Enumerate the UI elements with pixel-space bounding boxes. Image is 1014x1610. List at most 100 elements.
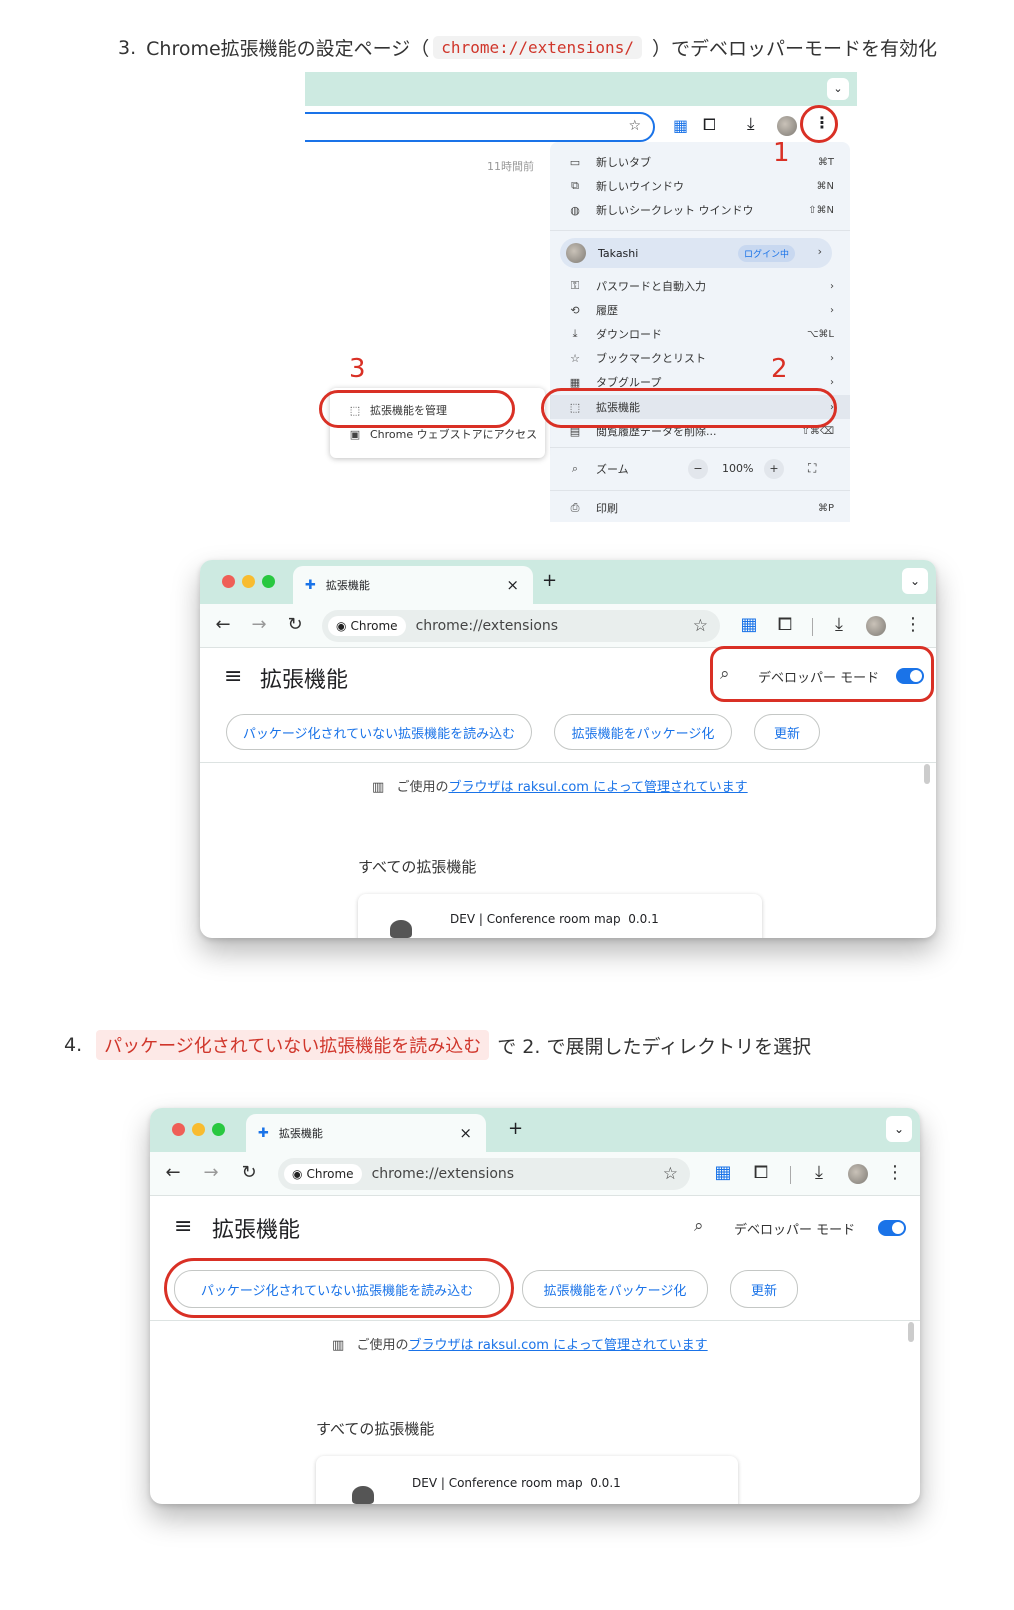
toolbar: ← → ↻ ◉ Chrome chrome://extensions ☆ ▦ ⧠ … — [150, 1152, 920, 1196]
browser-window-load-unpacked: ✚ 拡張機能 × + ⌄ ← → ↻ ◉ Chrome chrome://exte… — [150, 1108, 920, 1504]
menu-label: 新しいシークレット ウインドウ — [596, 204, 754, 217]
more-menu-icon[interactable]: ⋮ — [902, 614, 924, 635]
extensions-puzzle-icon[interactable]: ⧠ — [703, 115, 716, 135]
menu-item-new-tab[interactable]: ▭ 新しいタブ ⌘T — [550, 150, 850, 174]
back-icon[interactable]: ← — [212, 614, 234, 635]
tab-search-icon[interactable]: ▦ — [712, 1162, 734, 1183]
scrollbar[interactable] — [908, 1322, 914, 1342]
tab-strip: ✚ 拡張機能 × + ⌄ — [150, 1108, 920, 1152]
menu-shortcut: ⌘T — [817, 156, 834, 168]
zoom-icon: ⌕ — [571, 462, 579, 475]
tab-close-icon[interactable]: × — [506, 576, 519, 594]
download-icon: ⤓ — [572, 327, 578, 340]
update-button[interactable]: 更新 — [754, 714, 820, 750]
menu-item-incognito[interactable]: ◍ 新しいシークレット ウインドウ ⇧⌘N — [550, 198, 850, 222]
extension-card: DEV | Conference room map 0.0.1 — [316, 1456, 738, 1504]
omnibox[interactable]: ◉ Chrome chrome://extensions ☆ — [278, 1158, 690, 1190]
menu-item-new-window[interactable]: ⧉ 新しいウインドウ ⌘N — [550, 174, 850, 198]
managed-notice: ▥ ご使用のブラウザは raksul.com によって管理されています — [332, 1334, 708, 1353]
maximize-window-dot[interactable] — [262, 575, 275, 588]
more-menu-icon[interactable]: ⋮ — [884, 1162, 906, 1183]
tab-strip: ⌄ — [305, 72, 857, 106]
profile-avatar[interactable] — [777, 116, 797, 136]
step-number: 4. — [64, 1034, 83, 1056]
dev-mode-toggle[interactable] — [878, 1220, 906, 1236]
new-tab-button[interactable]: + — [542, 570, 557, 591]
search-icon[interactable]: ⌕ — [694, 1216, 704, 1236]
chevron-down-icon[interactable]: ⌄ — [886, 1116, 912, 1142]
history-icon: ⟲ — [570, 303, 580, 317]
menu-shortcut: › — [830, 304, 834, 316]
minimize-window-dot[interactable] — [192, 1123, 205, 1136]
divider — [550, 230, 850, 231]
section-title: すべての拡張機能 — [316, 1420, 435, 1438]
maximize-window-dot[interactable] — [212, 1123, 225, 1136]
close-window-dot[interactable] — [222, 575, 235, 588]
chevron-down-icon[interactable]: ⌄ — [902, 568, 928, 594]
divider — [200, 762, 936, 763]
star-icon[interactable]: ☆ — [628, 118, 641, 134]
menu-item-downloads[interactable]: ⤓ ダウンロード ⌥⌘L — [550, 322, 850, 346]
star-icon[interactable]: ☆ — [663, 1164, 678, 1184]
menu-item-bookmarks[interactable]: ☆ ブックマークとリスト › — [550, 346, 850, 370]
chip-label: Chrome — [350, 619, 398, 633]
menu-label: ブックマークとリスト — [596, 352, 706, 365]
extensions-puzzle-icon[interactable]: ⧠ — [774, 614, 796, 635]
pack-extension-button[interactable]: 拡張機能をパッケージ化 — [554, 714, 732, 750]
step-text-before: Chrome拡張機能の設定ページ（ — [146, 38, 430, 60]
menu-label: 新しいタブ — [596, 156, 651, 169]
step-text-after: で 2. で展開したディレクトリを選択 — [497, 1035, 812, 1058]
site-chip[interactable]: ◉ Chrome — [284, 1164, 362, 1184]
annotation-ring-extensions — [541, 388, 837, 428]
scrollbar[interactable] — [924, 764, 930, 784]
forward-icon[interactable]: → — [200, 1162, 222, 1183]
reload-icon[interactable]: ↻ — [238, 1162, 260, 1183]
annotation-ring-load-unpacked — [164, 1258, 514, 1318]
download-icon[interactable]: ⤓ — [828, 614, 850, 635]
reload-icon[interactable]: ↻ — [284, 614, 306, 635]
extensions-puzzle-icon[interactable]: ⧠ — [750, 1162, 772, 1183]
site-chip[interactable]: ◉ Chrome — [328, 616, 406, 636]
tab-search-icon[interactable]: ▦ — [738, 614, 760, 635]
omnibox[interactable]: ◉ Chrome chrome://extensions ☆ — [322, 610, 720, 642]
step-text-after: ）でデベロッパーモードを有効化 — [651, 38, 937, 60]
update-button[interactable]: 更新 — [730, 1270, 798, 1308]
fullscreen-icon[interactable]: ⛶ — [808, 461, 816, 476]
tab-close-icon[interactable]: × — [459, 1124, 472, 1142]
close-window-dot[interactable] — [172, 1123, 185, 1136]
address-bar[interactable]: ☆ — [305, 112, 655, 142]
menu-item-passwords[interactable]: ⚿ パスワードと自動入力 › — [550, 274, 850, 298]
tab-search-icon[interactable]: ▦ — [673, 116, 688, 135]
managed-link[interactable]: ブラウザは raksul.com によって管理されています — [448, 780, 747, 795]
managed-link[interactable]: ブラウザは raksul.com によって管理されています — [408, 1338, 707, 1353]
back-icon[interactable]: ← — [162, 1162, 184, 1183]
profile-row[interactable]: Takashi ログイン中 › — [560, 238, 832, 268]
load-unpacked-button[interactable]: パッケージ化されていない拡張機能を読み込む — [226, 714, 532, 750]
pack-extension-button[interactable]: 拡張機能をパッケージ化 — [522, 1270, 708, 1308]
menu-item-print[interactable]: ⎙ 印刷 ⌘P — [550, 496, 850, 520]
download-icon[interactable]: ⤓ — [747, 114, 755, 134]
chevron-down-icon[interactable]: ⌄ — [827, 78, 849, 100]
menu-shortcut: ⇧⌘N — [808, 204, 834, 216]
new-window-icon: ⧉ — [571, 179, 579, 192]
zoom-out-button[interactable]: − — [688, 459, 708, 479]
profile-avatar[interactable] — [866, 616, 886, 636]
new-tab-button[interactable]: + — [508, 1118, 523, 1139]
download-icon[interactable]: ⤓ — [808, 1162, 830, 1183]
hamburger-menu-icon[interactable]: ≡ — [174, 1214, 192, 1239]
tab-extensions[interactable]: ✚ 拡張機能 × — [293, 566, 533, 604]
tab-extensions[interactable]: ✚ 拡張機能 × — [246, 1114, 486, 1152]
star-icon[interactable]: ☆ — [693, 616, 708, 636]
menu-shortcut: › — [830, 376, 834, 388]
minimize-window-dot[interactable] — [242, 575, 255, 588]
menu-label: Chrome ウェブストアにアクセス — [370, 428, 538, 441]
page-title: 拡張機能 — [212, 1218, 301, 1243]
menu-item-history[interactable]: ⟲ 履歴 › — [550, 298, 850, 322]
url-text: chrome://extensions — [371, 1166, 515, 1182]
zoom-in-button[interactable]: + — [764, 459, 784, 479]
profile-avatar[interactable] — [848, 1164, 868, 1184]
forward-icon[interactable]: → — [248, 614, 270, 635]
annotation-number-2: 2 — [771, 354, 788, 384]
profile-avatar — [566, 243, 586, 263]
hamburger-menu-icon[interactable]: ≡ — [224, 664, 242, 689]
